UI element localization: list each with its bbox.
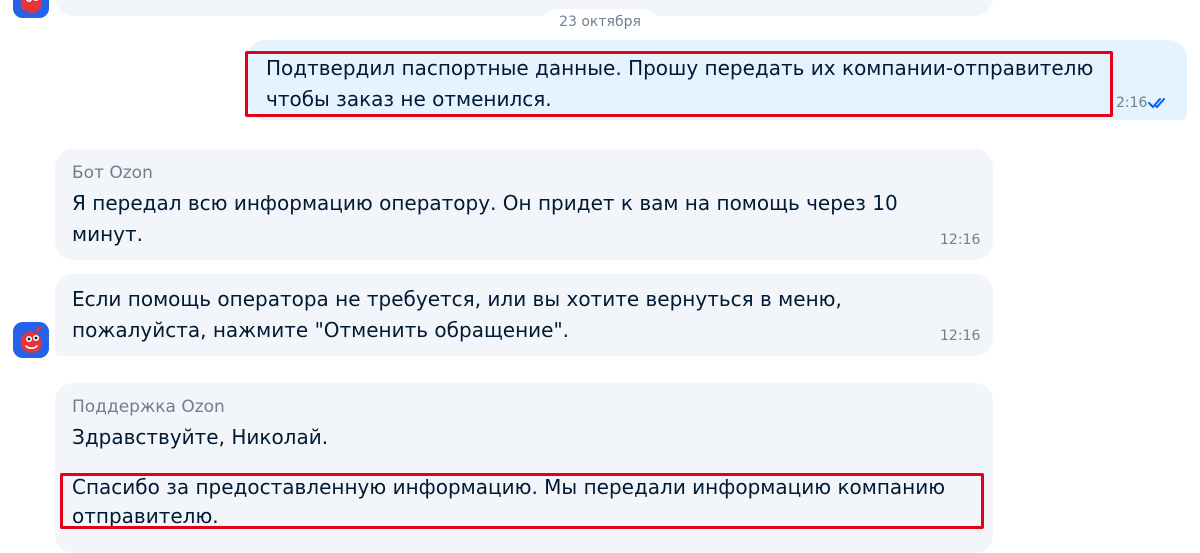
chat-thread: 23 октября Подтвердил паспортные данные.… [0,0,1200,533]
message-bubble-previous [55,0,993,16]
message-time: 12:16 [940,327,980,345]
message-time: 2:16 [1116,94,1147,112]
date-separator: 23 октября [543,9,657,35]
message-line: Я передал всю информацию оператору. Он п… [72,188,898,219]
message-line: Подтвердил паспортные данные. Прошу пере… [266,53,1093,84]
message-line: отправителю. [72,501,219,532]
message-time: 12:16 [940,231,980,249]
message-line: чтобы заказ не отменился. [266,84,552,115]
message-line: Спасибо за предоставленную информацию. М… [72,472,945,503]
ozon-mascot-icon [13,322,49,358]
sender-name: Бот Ozon [72,162,153,184]
ozon-mascot-icon [13,0,49,18]
double-check-icon [1147,94,1171,110]
sender-name: Поддержка Ozon [72,396,225,418]
message-line: Здравствуйте, Николай. [72,422,328,453]
message-line: минут. [72,219,143,250]
message-line: Если помощь оператора не требуется, или … [72,284,842,315]
message-line: пожалуйста, нажмите "Отменить обращение"… [72,315,569,346]
